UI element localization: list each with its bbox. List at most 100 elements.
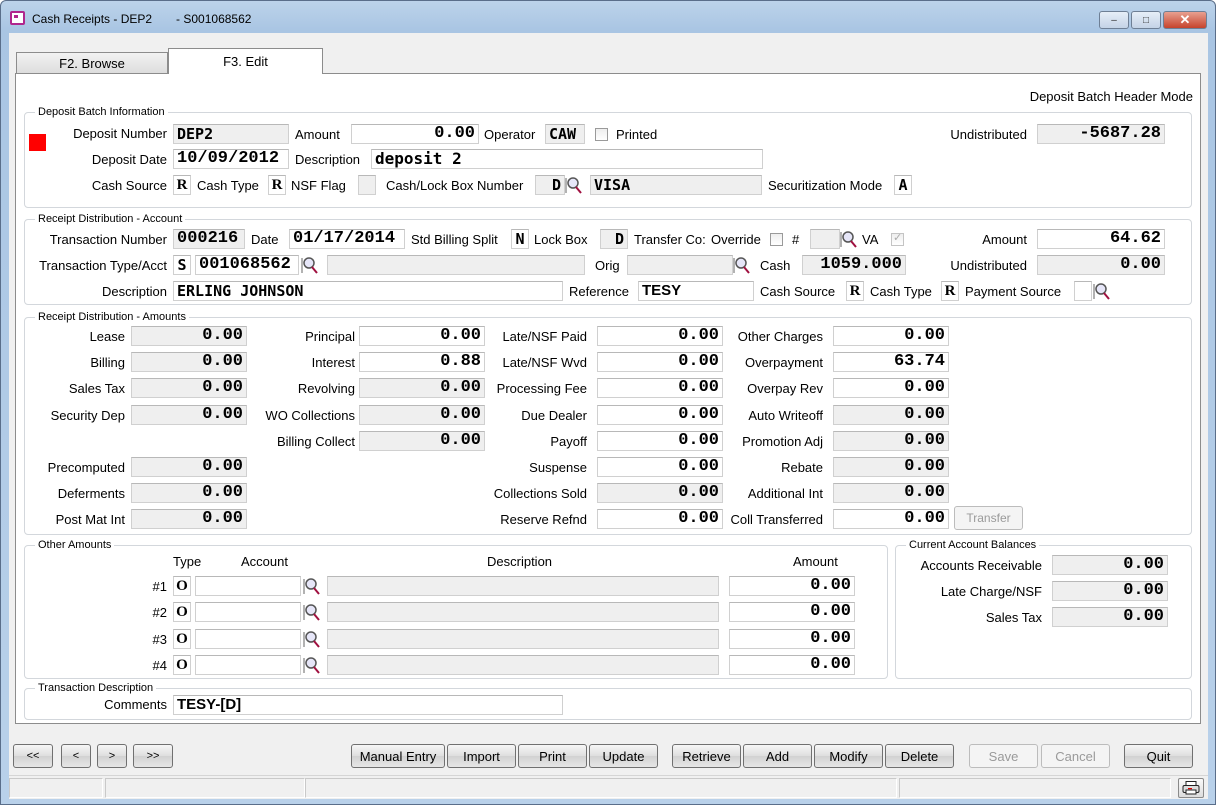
orig-label: Orig bbox=[595, 258, 620, 273]
deposit-number-field[interactable]: DEP2 bbox=[173, 124, 289, 144]
txn-lockbox-field[interactable]: D bbox=[600, 229, 628, 249]
txn-cash-source-field[interactable]: R bbox=[846, 281, 864, 301]
deposit-date-field[interactable]: 10/09/2012 bbox=[173, 149, 289, 169]
sales-tax-balance-field: 0.00 bbox=[1052, 607, 1168, 627]
overpayment-field[interactable]: 63.74 bbox=[833, 352, 949, 373]
lease-label: Lease bbox=[89, 329, 125, 344]
transfer-co-lookup-icon[interactable] bbox=[840, 229, 858, 249]
billing-field: 0.00 bbox=[131, 352, 247, 373]
txn-type-field[interactable]: S bbox=[173, 255, 191, 275]
other-account-lookup-icon[interactable] bbox=[303, 655, 321, 675]
retrieve-button[interactable]: Retrieve bbox=[672, 744, 741, 768]
printed-label: Printed bbox=[616, 127, 658, 142]
other-amount-field[interactable]: 0.00 bbox=[729, 654, 855, 675]
cash-type-field[interactable]: R bbox=[268, 175, 286, 195]
deposit-description-field[interactable]: deposit 2 bbox=[371, 149, 763, 169]
other-amount-field[interactable]: 0.00 bbox=[729, 602, 855, 623]
print-button[interactable]: Print bbox=[518, 744, 587, 768]
txn-description-field[interactable]: ERLING JOHNSON bbox=[173, 281, 563, 301]
close-button[interactable]: ✕ bbox=[1163, 11, 1207, 29]
override-checkbox[interactable] bbox=[770, 233, 783, 246]
other-account-field[interactable] bbox=[195, 654, 301, 675]
lease-field: 0.00 bbox=[131, 326, 247, 346]
other-account-lookup-icon[interactable] bbox=[303, 629, 321, 649]
lockbox-field[interactable]: D bbox=[535, 175, 565, 195]
cash-source-label: Cash Source bbox=[760, 284, 836, 299]
payoff-field[interactable]: 0.00 bbox=[597, 430, 723, 451]
overpay-rev-field[interactable]: 0.00 bbox=[833, 378, 949, 399]
txn-amount-field[interactable]: 64.62 bbox=[1037, 229, 1165, 249]
prev-record-button[interactable]: < bbox=[61, 744, 91, 768]
print-status-button[interactable] bbox=[1178, 778, 1204, 798]
update-button[interactable]: Update bbox=[589, 744, 658, 768]
save-button[interactable]: Save bbox=[969, 744, 1038, 768]
account-lookup-icon[interactable] bbox=[301, 255, 319, 275]
lockbox-lookup-icon[interactable] bbox=[565, 175, 583, 195]
undistributed-label: Undistributed bbox=[950, 258, 1027, 273]
last-record-button[interactable]: >> bbox=[133, 744, 173, 768]
orig-lookup-icon[interactable] bbox=[733, 255, 751, 275]
other-account-lookup-icon[interactable] bbox=[303, 602, 321, 622]
securitization-field[interactable]: A bbox=[894, 175, 912, 195]
other-account-field[interactable] bbox=[195, 576, 301, 596]
payment-source-lookup-icon[interactable] bbox=[1093, 281, 1111, 301]
suspense-field[interactable]: 0.00 bbox=[597, 457, 723, 477]
sales-tax-field: 0.00 bbox=[131, 378, 247, 399]
printed-checkbox[interactable] bbox=[595, 128, 608, 141]
other-amount-field[interactable]: 0.00 bbox=[729, 576, 855, 596]
transfer-co-number-field[interactable] bbox=[810, 229, 840, 249]
txn-date-field[interactable]: 01/17/2014 bbox=[289, 229, 405, 249]
manual-entry-button[interactable]: Manual Entry bbox=[351, 744, 445, 768]
reserve-refnd-field[interactable]: 0.00 bbox=[597, 509, 723, 530]
due-dealer-label: Due Dealer bbox=[521, 407, 587, 423]
import-button[interactable]: Import bbox=[447, 744, 516, 768]
comments-field[interactable]: TESY-[D] bbox=[173, 695, 563, 715]
orig-field[interactable] bbox=[627, 255, 733, 275]
modify-button[interactable]: Modify bbox=[814, 744, 883, 768]
deposit-amount-field[interactable]: 0.00 bbox=[351, 124, 479, 144]
first-record-button[interactable]: << bbox=[13, 744, 53, 768]
coll-transferred-field[interactable]: 0.00 bbox=[833, 509, 949, 530]
other-charges-field[interactable]: 0.00 bbox=[833, 326, 949, 346]
other-type-field[interactable]: O bbox=[173, 576, 191, 596]
add-button[interactable]: Add bbox=[743, 744, 812, 768]
processing-fee-field[interactable]: 0.00 bbox=[597, 378, 723, 399]
nsf-flag-field[interactable] bbox=[358, 175, 376, 195]
status-pane-2 bbox=[105, 778, 305, 798]
delete-button[interactable]: Delete bbox=[885, 744, 954, 768]
late-nsf-wvd-field[interactable]: 0.00 bbox=[597, 352, 723, 373]
restore-button[interactable]: □ bbox=[1131, 11, 1161, 29]
tab-edit[interactable]: F3. Edit bbox=[168, 48, 323, 74]
close-icon: ✕ bbox=[1179, 12, 1191, 27]
interest-field[interactable]: 0.88 bbox=[359, 352, 485, 373]
other-type-field[interactable]: O bbox=[173, 628, 191, 649]
reference-field[interactable]: TESY bbox=[638, 281, 754, 301]
cash-source-field[interactable]: R bbox=[173, 175, 191, 195]
status-pane-1 bbox=[9, 778, 103, 798]
minimize-button[interactable]: – bbox=[1099, 11, 1129, 29]
wo-collections-field: 0.00 bbox=[359, 404, 485, 425]
other-type-field[interactable]: O bbox=[173, 654, 191, 675]
std-billing-field[interactable]: N bbox=[511, 229, 529, 249]
other-type-field[interactable]: O bbox=[173, 602, 191, 623]
other-account-lookup-icon[interactable] bbox=[303, 576, 321, 596]
late-nsf-paid-field[interactable]: 0.00 bbox=[597, 326, 723, 346]
payment-source-field[interactable] bbox=[1074, 281, 1092, 301]
account-field[interactable]: 001068562 bbox=[195, 255, 299, 275]
va-checkbox[interactable]: ✓ bbox=[891, 232, 904, 246]
quit-button[interactable]: Quit bbox=[1124, 744, 1193, 768]
due-dealer-field[interactable]: 0.00 bbox=[597, 404, 723, 425]
other-account-field[interactable] bbox=[195, 628, 301, 649]
principal-field[interactable]: 0.00 bbox=[359, 326, 485, 346]
wo-collections-label: WO Collections bbox=[265, 407, 355, 423]
other-amount-field[interactable]: 0.00 bbox=[729, 628, 855, 649]
operator-field[interactable]: CAW bbox=[545, 124, 585, 144]
cancel-button[interactable]: Cancel bbox=[1041, 744, 1110, 768]
transfer-button[interactable]: Transfer bbox=[954, 506, 1023, 530]
next-record-button[interactable]: > bbox=[97, 744, 127, 768]
txn-cash-type-field[interactable]: R bbox=[941, 281, 959, 301]
other-account-field[interactable] bbox=[195, 602, 301, 623]
late-charge-nsf-balance-field: 0.00 bbox=[1052, 581, 1168, 601]
tab-browse[interactable]: F2. Browse bbox=[16, 52, 168, 74]
override-label: Override bbox=[711, 232, 761, 247]
